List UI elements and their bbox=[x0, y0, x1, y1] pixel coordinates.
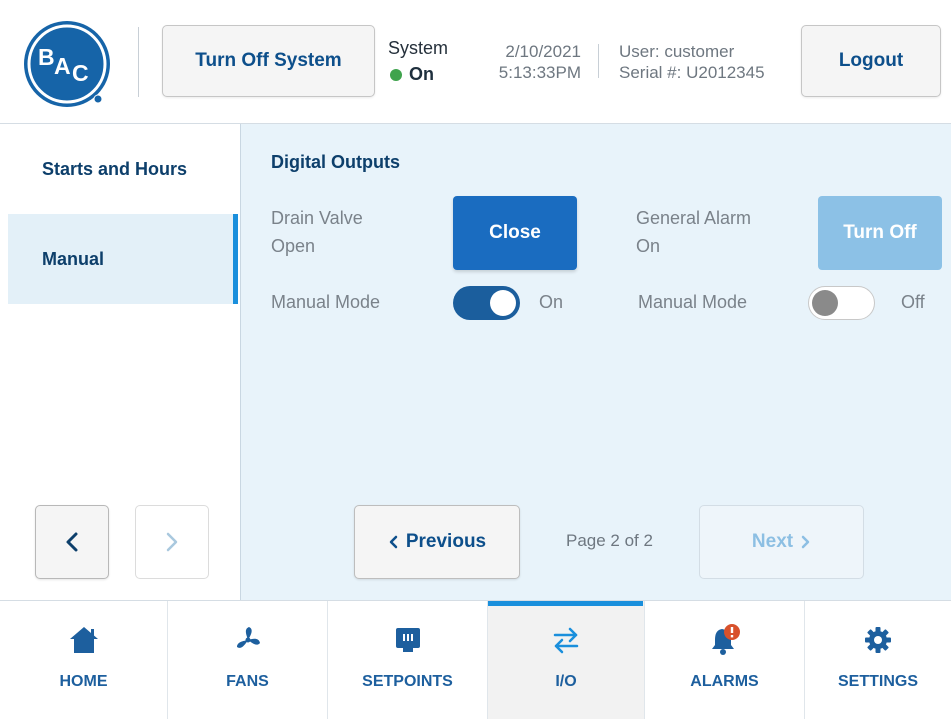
tab-fans[interactable]: FANS bbox=[168, 601, 328, 719]
chevron-right-icon bbox=[166, 532, 178, 552]
main-panel: Digital Outputs Drain Valve Open Close G… bbox=[241, 124, 951, 600]
output-state: Open bbox=[271, 236, 316, 256]
tab-alarms[interactable]: ALARMS bbox=[645, 601, 805, 719]
header-divider-2 bbox=[598, 44, 599, 78]
system-status-text: On bbox=[409, 64, 434, 84]
sidebar-item-starts-and-hours[interactable]: Starts and Hours bbox=[8, 124, 238, 214]
setpoints-icon bbox=[391, 623, 425, 657]
user-info: User: customer Serial #: U2012345 bbox=[619, 41, 765, 83]
manual-mode-label-2: Manual Mode bbox=[638, 292, 748, 312]
sidebar: Starts and Hours Manual bbox=[0, 124, 241, 600]
previous-label: Previous bbox=[405, 531, 487, 552]
tab-label: SETPOINTS bbox=[362, 673, 453, 690]
manual-mode-state-1: On bbox=[539, 292, 564, 312]
svg-text:C: C bbox=[72, 60, 89, 86]
logout-button[interactable]: Logout bbox=[801, 25, 941, 97]
tab-setpoints[interactable]: SETPOINTS bbox=[328, 601, 488, 719]
general-alarm-label: General Alarm On bbox=[636, 204, 751, 260]
chevron-right-icon bbox=[801, 535, 810, 549]
sidebar-prev-button[interactable] bbox=[35, 505, 109, 579]
sidebar-next-button[interactable] bbox=[135, 505, 209, 579]
tab-io[interactable]: I/O bbox=[488, 601, 645, 719]
time-text: 5:13:33PM bbox=[498, 63, 581, 82]
section-title: Digital Outputs bbox=[271, 152, 400, 172]
manual-mode-label-1: Manual Mode bbox=[271, 292, 381, 312]
gear-icon bbox=[861, 623, 895, 657]
tab-settings[interactable]: SETTINGS bbox=[805, 601, 951, 719]
tab-label: FANS bbox=[226, 673, 269, 690]
page-indicator: Page 2 of 2 bbox=[566, 531, 653, 550]
manual-mode-state-2: Off bbox=[901, 292, 925, 312]
tab-label: ALARMS bbox=[690, 673, 759, 690]
status-dot-icon bbox=[390, 68, 402, 81]
next-label: Next bbox=[751, 531, 794, 552]
previous-page-button[interactable]: Previous bbox=[354, 505, 520, 579]
datetime: 2/10/2021 5:13:33PM bbox=[485, 41, 581, 83]
fan-icon bbox=[231, 623, 265, 657]
output-state: On bbox=[636, 236, 661, 256]
date-text: 2/10/2021 bbox=[505, 42, 581, 61]
sidebar-active-indicator bbox=[233, 214, 238, 304]
svg-text:B: B bbox=[38, 44, 55, 70]
tab-active-indicator bbox=[488, 601, 643, 606]
chevron-left-icon bbox=[66, 532, 78, 552]
manual-mode-toggle-1[interactable] bbox=[453, 286, 520, 320]
output-name: Drain Valve bbox=[271, 208, 363, 228]
chevron-left-icon bbox=[389, 535, 398, 549]
system-label: System bbox=[388, 38, 449, 58]
system-status: On bbox=[390, 64, 434, 85]
next-page-button[interactable]: Next bbox=[699, 505, 864, 579]
user-text: User: customer bbox=[619, 42, 735, 61]
tab-label: SETTINGS bbox=[837, 673, 918, 690]
bottom-nav: HOME FANS SETPOINTS I/O ALARMS SETTINGS bbox=[0, 600, 951, 719]
bac-logo: B A C bbox=[23, 20, 111, 108]
header-divider bbox=[138, 27, 139, 97]
header: B A C Turn Off System System On 2/10/202… bbox=[0, 0, 951, 124]
general-alarm-turn-off-button[interactable]: Turn Off bbox=[818, 196, 942, 270]
toggle-knob bbox=[812, 290, 838, 316]
sidebar-item-manual[interactable]: Manual bbox=[8, 214, 238, 304]
tab-home[interactable]: HOME bbox=[0, 601, 168, 719]
home-icon bbox=[67, 623, 101, 657]
drain-valve-label: Drain Valve Open bbox=[271, 204, 363, 260]
output-name: General Alarm bbox=[636, 208, 752, 228]
manual-mode-toggle-2[interactable] bbox=[808, 286, 875, 320]
swap-arrows-icon bbox=[549, 623, 583, 657]
tab-label: HOME bbox=[59, 673, 108, 690]
toggle-knob bbox=[490, 290, 516, 316]
tab-label: I/O bbox=[555, 673, 577, 690]
turn-off-system-button[interactable]: Turn Off System bbox=[162, 25, 375, 97]
svg-text:A: A bbox=[54, 53, 71, 79]
serial-text: Serial #: U2012345 bbox=[619, 63, 765, 82]
bell-alert-icon bbox=[708, 623, 742, 657]
drain-valve-close-button[interactable]: Close bbox=[453, 196, 577, 270]
